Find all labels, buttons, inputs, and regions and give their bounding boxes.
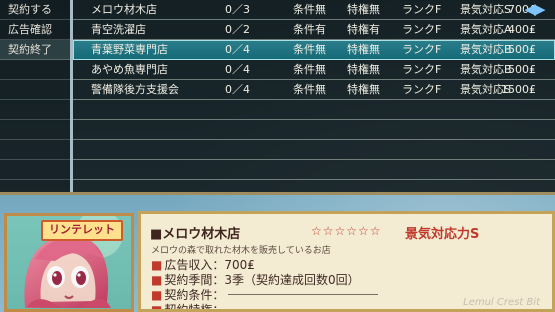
end-contract-command[interactable]: 契約終了 [0,40,70,60]
empty-menu-slot [0,60,70,80]
contract-progress: 0／2 [225,23,250,36]
logo-watermark: Lemul Crest Bit [463,297,540,308]
store-name: メロウ材木店 [91,3,157,16]
economy-effect: 景気対応S [460,3,511,16]
character-portrait-box: リンテレット [4,213,134,312]
contract-row-ayame-fish[interactable]: あやめ魚専門店 0／4 条件無 特権無 ランクF 景気対応B 500₤ [73,60,555,80]
contract-table: メロウ材木店 0／3 条件無 特権無 ランクF 景気対応S 700₤ 青空洗濯店… [73,0,555,192]
bullet-icon: ■ [151,258,163,272]
empty-row [73,100,555,120]
contract-row-mellow-lumber[interactable]: メロウ材木店 0／3 条件無 特権無 ランクF 景気対応S 700₤ [73,0,555,20]
contract-condition: 条件無 [293,83,326,96]
contract-privilege: 特権無 [347,63,380,76]
contract-condition: 条件無 [293,3,326,16]
bullet-icon: ■ [151,303,163,312]
contract-privilege: 特権無 [347,83,380,96]
contract-condition: 条件無 [293,43,326,56]
store-name: あやめ魚専門店 [91,63,168,76]
contract-list-panel: 契約する 広告確認 契約終了 メロウ材木店 0／3 条件無 特権無 ランクF 景… [0,0,555,195]
ad-income: 500₤ [508,43,536,56]
contract-progress: 0／4 [225,63,250,76]
empty-menu-slot [0,140,70,160]
rank-label: ランクF [402,43,442,56]
empty-row [73,160,555,180]
command-menu: 契約する 広告確認 契約終了 [0,0,73,192]
contract-privilege: 特権有 [347,23,380,36]
contract-row-guard-support[interactable]: 警備隊後方支援会 0／4 条件無 特権無 ランクF 景気対応S 1500₤ [73,80,555,100]
ad-income: 500₤ [508,63,536,76]
empty-menu-slot [0,80,70,100]
empty-row [73,120,555,140]
empty-menu-slot [0,120,70,140]
contract-privilege-detail: ■ 契約特権： [151,301,378,312]
rank-label: ランクF [402,83,442,96]
empty-detail-line [228,294,379,295]
contract-progress: 0／4 [225,83,250,96]
economy-effect: 景気対応B [460,63,512,76]
character-name-plate: リンテレット [41,220,123,241]
economy-effect: 景気対応B [460,43,512,56]
contract-row-blue-sky-laundry[interactable]: 青空洗濯店 0／2 条件有 特権有 ランクF 景気対応A 400₤ [73,20,555,40]
empty-menu-slot [0,160,70,180]
contract-progress: 0／4 [225,43,250,56]
ad-income: 1500₤ [501,83,536,96]
store-name: 青空洗濯店 [91,23,146,36]
rank-label: ランクF [402,23,442,36]
rank-label: ランクF [402,63,442,76]
bullet-icon: ■ [151,288,163,302]
store-info-panel: ■メロウ材木店 ☆☆☆☆☆☆ 景気対応力S メロウの森で取れた材木を販売している… [138,211,555,312]
contract-privilege: 特権無 [347,3,380,16]
scroll-arrow-icon[interactable]: ◀▶ [516,1,552,17]
contract-command[interactable]: 契約する [0,0,70,20]
empty-detail-line [228,309,378,310]
rating-stars-icon: ☆☆☆☆☆☆ [311,224,382,238]
contract-condition: 条件無 [293,63,326,76]
store-description: メロウの森で取れた材木を販売しているお店 [151,246,331,256]
game-screen: 契約する 広告確認 契約終了 メロウ材木店 0／3 条件無 特権無 ランクF 景… [0,0,555,312]
rank-label: ランクF [402,3,442,16]
contract-row-aoba-vegetable[interactable]: 青葉野菜専門店 0／4 条件無 特権無 ランクF 景気対応B 500₤ [73,40,555,60]
store-title: ■メロウ材木店 [150,227,241,242]
bullet-icon: ■ [151,273,163,287]
economy-effect: 景気対応A [460,23,512,36]
ad-income: 400₤ [508,23,536,36]
contract-privilege: 特権無 [347,43,380,56]
ad-confirm-command[interactable]: 広告確認 [0,20,70,40]
contract-progress: 0／3 [225,3,250,16]
store-name: 警備隊後方支援会 [91,83,179,96]
economy-rating: 景気対応力S [405,227,480,242]
contract-condition: 条件有 [293,23,326,36]
store-name: 青葉野菜専門店 [91,43,168,56]
empty-row [73,140,555,160]
empty-menu-slot [0,100,70,120]
